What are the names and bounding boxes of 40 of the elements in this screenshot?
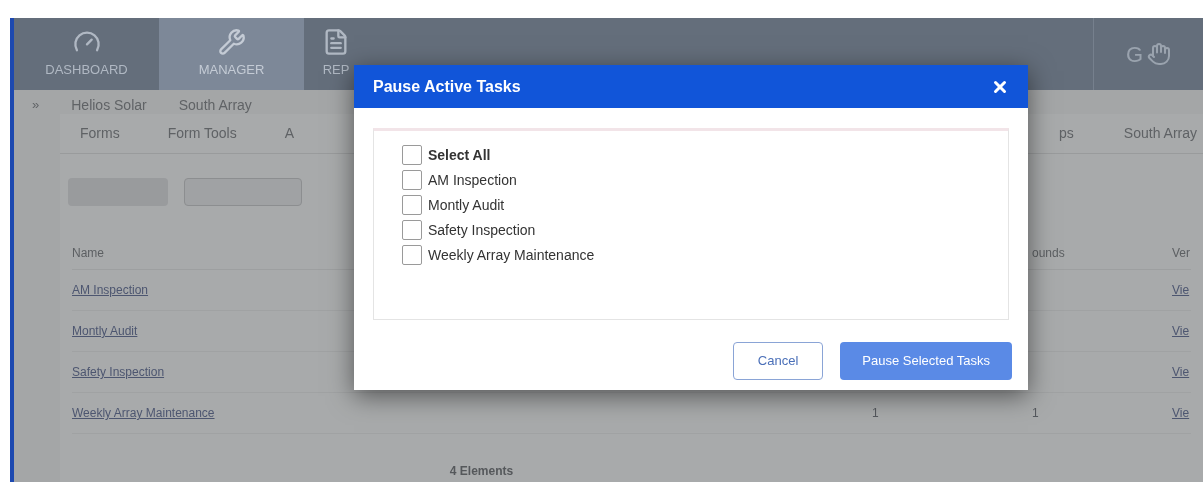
view-link[interactable]: Vie bbox=[1172, 283, 1190, 297]
checkbox[interactable] bbox=[402, 145, 422, 165]
table-cell: 1 bbox=[1032, 406, 1039, 420]
checkbox[interactable] bbox=[402, 170, 422, 190]
column-header: Ver bbox=[1172, 245, 1190, 260]
nav-tab[interactable]: DASHBOARD bbox=[14, 18, 159, 90]
page-tab[interactable]: South Array bbox=[1123, 123, 1197, 144]
breadcrumb-link[interactable]: South Array bbox=[178, 94, 252, 116]
checkbox[interactable] bbox=[402, 195, 422, 215]
view-link[interactable]: Vie bbox=[1172, 365, 1190, 379]
element-count: 4 Elements bbox=[449, 463, 514, 480]
nav-tab[interactable]: MANAGER bbox=[159, 18, 304, 90]
page-tab[interactable]: Form Tools bbox=[167, 123, 237, 144]
checkbox-label: AM Inspection bbox=[428, 170, 517, 190]
wrench-icon bbox=[217, 28, 246, 57]
checkbox-label: Weekly Array Maintenance bbox=[428, 245, 595, 265]
breadcrumb-marker: » bbox=[32, 96, 40, 115]
hand-icon bbox=[1147, 42, 1172, 66]
nav-tab[interactable]: REP bbox=[304, 18, 368, 90]
breadcrumb-link[interactable]: Helios Solar bbox=[71, 94, 147, 116]
task-link[interactable]: Weekly Array Maintenance bbox=[72, 406, 215, 420]
task-link[interactable]: Safety Inspection bbox=[72, 365, 165, 379]
cancel-button[interactable]: Cancel bbox=[732, 342, 824, 380]
checkbox-label: Montly Audit bbox=[428, 195, 505, 215]
view-link[interactable]: Vie bbox=[1172, 406, 1190, 420]
page-tab[interactable]: ps bbox=[1059, 123, 1074, 144]
checkbox[interactable] bbox=[402, 245, 422, 265]
checkbox-label: Safety Inspection bbox=[428, 220, 536, 240]
task-link[interactable]: AM Inspection bbox=[72, 283, 149, 297]
view-link[interactable]: Vie bbox=[1172, 324, 1190, 338]
task-link[interactable]: Montly Audit bbox=[72, 324, 138, 338]
dialog-title: Pause Active Tasks bbox=[373, 76, 521, 97]
checkbox[interactable] bbox=[402, 220, 422, 240]
column-header: ounds bbox=[1032, 245, 1065, 260]
page-tab[interactable]: A bbox=[284, 123, 294, 144]
column-header: Name bbox=[72, 245, 104, 260]
checkbox-label: Select All bbox=[428, 145, 491, 165]
page-tab[interactable]: Forms bbox=[80, 123, 120, 144]
pause-selected-button[interactable]: Pause Selected Tasks bbox=[840, 342, 1012, 380]
table-cell: 1 bbox=[872, 406, 879, 420]
